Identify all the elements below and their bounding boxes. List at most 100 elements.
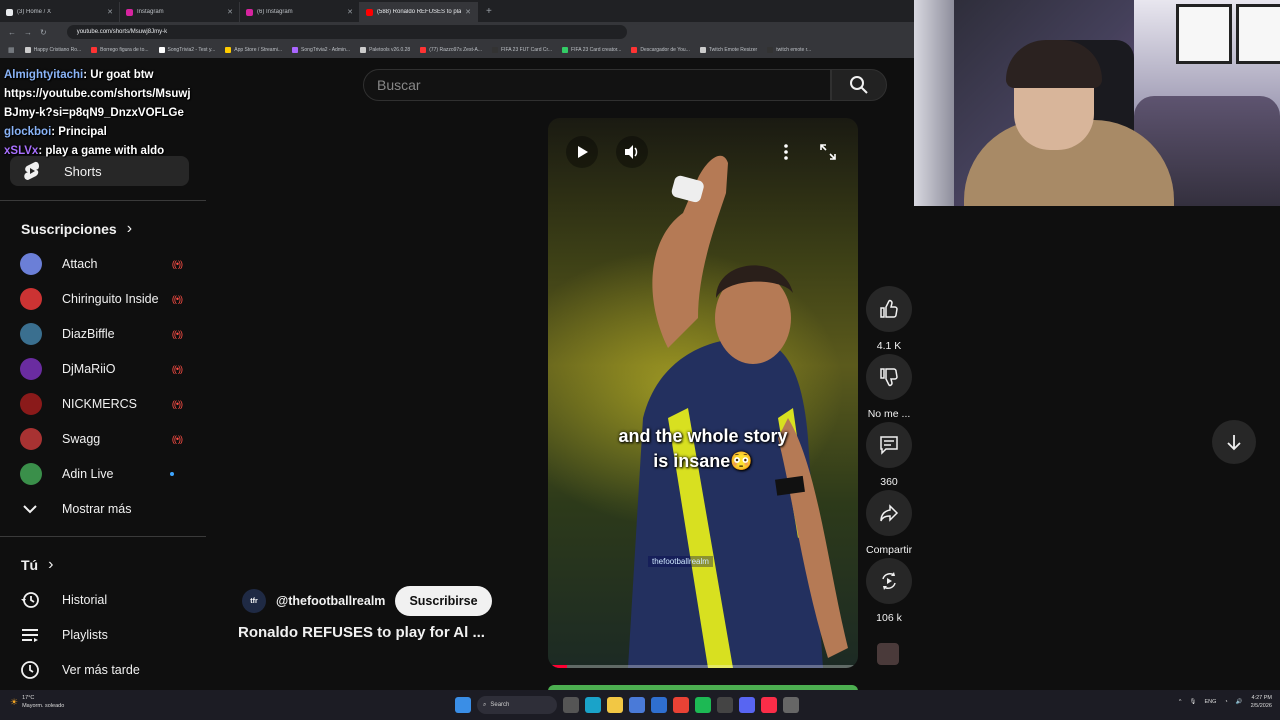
remix-button[interactable] — [866, 558, 912, 604]
sidebar-item-subscription[interactable]: DiazBiffle ((•)) — [20, 320, 190, 348]
dislike-label: No me ... — [867, 408, 911, 420]
sidebar-item-playlists[interactable]: Playlists — [20, 621, 190, 649]
language-indicator[interactable]: ENG — [1204, 699, 1216, 705]
chevron-right-icon: › — [126, 220, 133, 237]
sidebar-item-subscription[interactable]: Swagg ((•)) — [20, 425, 190, 453]
sound-thumbnail[interactable] — [877, 643, 899, 665]
search-button[interactable] — [831, 69, 887, 101]
browser-tab-active[interactable]: (588) Ronaldo REFUSES to play ✕ — [360, 2, 478, 22]
avatar — [20, 393, 42, 415]
volume-button[interactable] — [616, 136, 648, 168]
stream-chat-overlay: Almightyitachi: Ur goat btw https://yout… — [4, 66, 204, 161]
bookmark[interactable]: twitch emote r... — [767, 47, 811, 53]
forward-icon[interactable]: → — [24, 28, 32, 37]
channel-name: Adin Live — [62, 467, 114, 481]
obs-icon[interactable] — [717, 697, 733, 713]
dislike-button[interactable] — [866, 354, 912, 400]
subscriptions-heading[interactable]: Suscripciones › — [21, 220, 132, 238]
shorts-video-player[interactable]: and the whole story is insane😳 thefootba… — [548, 118, 858, 668]
bookmark[interactable]: SongTrivia2 - Admin... — [292, 47, 350, 53]
bookmark[interactable]: Happy Cristiano Ro... — [24, 47, 81, 53]
share-button[interactable] — [866, 490, 912, 536]
music-icon[interactable] — [761, 697, 777, 713]
bookmark-favicon-icon — [24, 47, 31, 53]
bookmark[interactable]: FIFA 23 FUT Card Cr... — [492, 47, 552, 53]
close-tab-icon[interactable]: ✕ — [465, 8, 471, 16]
mail-icon[interactable] — [651, 697, 667, 713]
sidebar-item-subscription[interactable]: DjMaRiiO ((•)) — [20, 355, 190, 383]
sidebar-item-subscription[interactable]: NICKMERCS ((•)) — [20, 390, 190, 418]
bookmark[interactable]: SongTrivia2 - Test y... — [158, 47, 215, 53]
bookmark-favicon-icon — [225, 47, 232, 53]
like-action: 4.1 K — [866, 286, 912, 352]
close-tab-icon[interactable]: ✕ — [347, 8, 353, 16]
discord-icon[interactable] — [739, 697, 755, 713]
bookmark[interactable]: App Store / Streami... — [225, 47, 282, 53]
bookmark-favicon-icon — [699, 47, 706, 53]
fullscreen-button[interactable] — [812, 136, 844, 168]
bookmark[interactable]: Descargador de You... — [631, 47, 690, 53]
avatar — [20, 288, 42, 310]
sun-icon: ☀ — [10, 697, 19, 707]
channel-name: NICKMERCS — [62, 397, 138, 411]
live-indicator-icon: ((•)) — [171, 434, 183, 444]
clock[interactable]: 4:27 PM 2/5/2026 — [1251, 694, 1272, 710]
url-field[interactable]: youtube.com/shorts/Msuwj8Jmy-k — [66, 25, 627, 39]
sidebar-item-history[interactable]: Historial — [20, 586, 190, 614]
wifi-icon[interactable]: ◔ — [1224, 699, 1227, 705]
volume-icon[interactable]: 🔊 — [1236, 699, 1243, 705]
bookmark[interactable]: Borrego figura de to... — [91, 47, 149, 53]
subscribe-button[interactable]: Suscribirse — [395, 586, 492, 616]
video-title[interactable]: Ronaldo REFUSES to play for Al ... — [238, 624, 485, 641]
task-view-icon[interactable] — [563, 697, 579, 713]
close-tab-icon[interactable]: ✕ — [227, 8, 233, 16]
chevron-down-icon — [20, 499, 40, 519]
file-explorer-icon[interactable] — [607, 697, 623, 713]
sidebar-item-subscription[interactable]: Adin Live — [20, 460, 190, 488]
taskbar-search[interactable]: ⌕ Search — [477, 696, 557, 714]
webcam-jersey-frame — [1176, 4, 1232, 64]
sidebar-item-subscription[interactable]: Attach ((•)) — [20, 250, 190, 278]
channel-avatar[interactable]: tfr — [242, 589, 266, 613]
apps-grid-icon[interactable]: ▦ — [8, 46, 15, 54]
search-input[interactable]: Buscar — [363, 69, 831, 101]
thumbs-up-icon — [880, 299, 898, 318]
spotify-icon[interactable] — [695, 697, 711, 713]
bookmark-favicon-icon — [292, 47, 299, 53]
bookmark[interactable]: Twitch Emote Resizer — [699, 47, 757, 53]
browser-tab[interactable]: (6) Instagram ✕ — [240, 2, 360, 22]
you-heading[interactable]: Tú › — [21, 556, 53, 574]
chat-message: glockboi: Principal — [4, 123, 204, 142]
bookmark[interactable]: FIFA 23 Card creator... — [562, 47, 621, 53]
store-icon[interactable] — [629, 697, 645, 713]
bookmark[interactable]: Paletools v26.0.28 — [360, 47, 410, 53]
settings-icon[interactable] — [783, 697, 799, 713]
sidebar-item-show-more[interactable]: Mostrar más — [20, 495, 190, 523]
bookmark-label: (77) Razzo97s Zest-A... — [429, 47, 482, 53]
chrome-icon[interactable] — [673, 697, 689, 713]
sidebar-item-watch-later[interactable]: Ver más tarde — [20, 656, 190, 684]
sidebar-item-subscription[interactable]: Chiringuito Inside ((•)) — [20, 285, 190, 313]
browser-tab[interactable]: (3) Home / X ✕ — [0, 2, 120, 22]
windows-start-icon[interactable] — [455, 697, 471, 713]
new-tab-icon[interactable]: + — [486, 6, 492, 17]
bookmark[interactable]: (77) Razzo97s Zest-A... — [420, 47, 482, 53]
more-options-button[interactable] — [770, 136, 802, 168]
video-watermark: thefootballrealm — [648, 556, 713, 567]
comments-button[interactable] — [866, 422, 912, 468]
new-content-dot-icon — [170, 472, 174, 476]
tab-title: (3) Home / X — [17, 9, 52, 15]
browser-tab[interactable]: Instagram ✕ — [120, 2, 240, 22]
weather-widget[interactable]: ☀ 17°C Mayorm. soleado — [10, 694, 64, 710]
play-button[interactable] — [566, 136, 598, 168]
microphone-icon[interactable]: 🎙 — [1189, 699, 1196, 705]
channel-handle[interactable]: @thefootballrealm — [276, 594, 385, 608]
back-icon[interactable]: ← — [8, 28, 16, 37]
next-video-button[interactable] — [1212, 420, 1256, 464]
video-progress-bar[interactable] — [548, 665, 858, 668]
chevron-up-icon[interactable]: ^ — [1179, 699, 1182, 705]
edge-icon[interactable] — [585, 697, 601, 713]
close-tab-icon[interactable]: ✕ — [107, 8, 113, 16]
like-button[interactable] — [866, 286, 912, 332]
reload-icon[interactable]: ↻ — [40, 28, 47, 37]
